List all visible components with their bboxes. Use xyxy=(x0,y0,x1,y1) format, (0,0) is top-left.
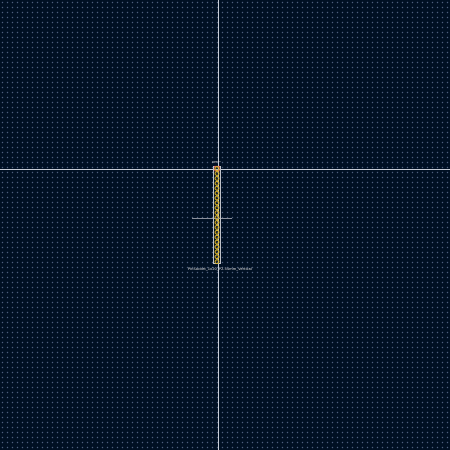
pad-drill-hole xyxy=(216,246,218,248)
pad-7[interactable] xyxy=(214,195,220,201)
pad-20[interactable] xyxy=(214,259,220,265)
pad-drill-hole xyxy=(216,192,218,194)
pad-drill-hole xyxy=(216,221,218,224)
pad-1[interactable] xyxy=(214,165,220,172)
pad-drill-hole xyxy=(216,172,218,175)
pad-11[interactable] xyxy=(214,215,220,221)
footprint-pads[interactable] xyxy=(214,165,220,265)
pad-drill-hole xyxy=(216,256,218,258)
pad-10[interactable] xyxy=(214,210,220,216)
pad-14[interactable] xyxy=(214,229,220,235)
pad-16[interactable] xyxy=(214,239,220,245)
pad-17[interactable] xyxy=(214,244,220,250)
pad-drill-hole xyxy=(216,167,218,170)
pad-5[interactable] xyxy=(214,185,220,191)
footprint-anchor-horizontal xyxy=(192,218,232,219)
pad-12[interactable] xyxy=(214,220,220,225)
pad-drill-hole xyxy=(216,226,218,229)
footprint-reference-label: REF** xyxy=(212,160,221,164)
pad-8[interactable] xyxy=(214,200,220,206)
pad-4[interactable] xyxy=(214,180,220,186)
pad-drill-hole xyxy=(216,231,218,233)
pad-drill-hole xyxy=(216,261,218,263)
pad-drill-hole xyxy=(216,187,218,189)
pad-2[interactable] xyxy=(214,171,220,176)
pad-drill-hole xyxy=(216,216,218,219)
pad-drill-hole xyxy=(216,212,218,214)
pad-15[interactable] xyxy=(214,234,220,240)
pad-drill-hole xyxy=(216,207,218,209)
pad-drill-hole xyxy=(216,177,218,180)
pad-18[interactable] xyxy=(214,249,220,255)
pad-9[interactable] xyxy=(214,205,220,211)
pad-drill-hole xyxy=(216,182,218,184)
pad-drill-hole xyxy=(216,197,218,199)
pad-3[interactable] xyxy=(214,175,220,181)
board-canvas[interactable]: REF** PinSocket_1x20_P2.54mm_Vertical xyxy=(0,0,450,450)
pad-drill-hole xyxy=(216,251,218,253)
pad-drill-hole xyxy=(216,241,218,243)
pad-drill-hole xyxy=(216,202,218,204)
pad-13[interactable] xyxy=(214,224,220,230)
footprint-value-label: PinSocket_1x20_P2.54mm_Vertical xyxy=(188,267,252,271)
cursor-crosshair-horizontal xyxy=(0,169,450,170)
pad-6[interactable] xyxy=(214,190,220,196)
pad-19[interactable] xyxy=(214,254,220,260)
pad-drill-hole xyxy=(216,236,218,238)
